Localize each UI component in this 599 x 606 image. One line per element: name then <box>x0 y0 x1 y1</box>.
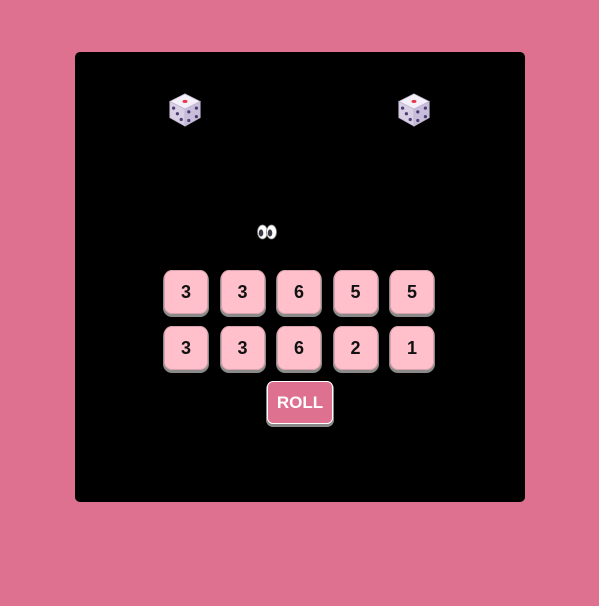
die[interactable]: 2 <box>333 326 378 370</box>
dice-icon <box>168 92 201 127</box>
die[interactable]: 3 <box>164 326 208 370</box>
die[interactable]: 6 <box>277 326 321 370</box>
stats-bar: You rolled 0 times Your time : 3seconds <box>0 453 599 473</box>
page-title: TENZIES <box>217 89 382 130</box>
instructions: Roll until all the dice are the same. Cl… <box>92 175 508 241</box>
die[interactable]: 5 <box>333 270 378 314</box>
dice-icon <box>398 92 431 127</box>
die[interactable]: 3 <box>220 270 265 314</box>
roll-count: You rolled 0 times <box>151 453 277 472</box>
die[interactable]: 3 <box>164 270 208 314</box>
elapsed-time: Your time : 3seconds <box>304 453 448 472</box>
die[interactable]: 1 <box>390 326 434 370</box>
header: TENZIES <box>0 88 599 131</box>
die[interactable]: 3 <box>220 326 265 370</box>
die[interactable]: 6 <box>277 270 321 314</box>
die[interactable]: 5 <box>390 270 434 314</box>
dice-grid: 3 3 6 5 5 3 3 6 2 1 <box>164 270 436 370</box>
eyes-emoji-icon <box>257 224 277 240</box>
instructions-text: Roll until all the dice are the same. Cl… <box>92 176 508 240</box>
roll-button[interactable]: ROLL <box>267 381 333 424</box>
